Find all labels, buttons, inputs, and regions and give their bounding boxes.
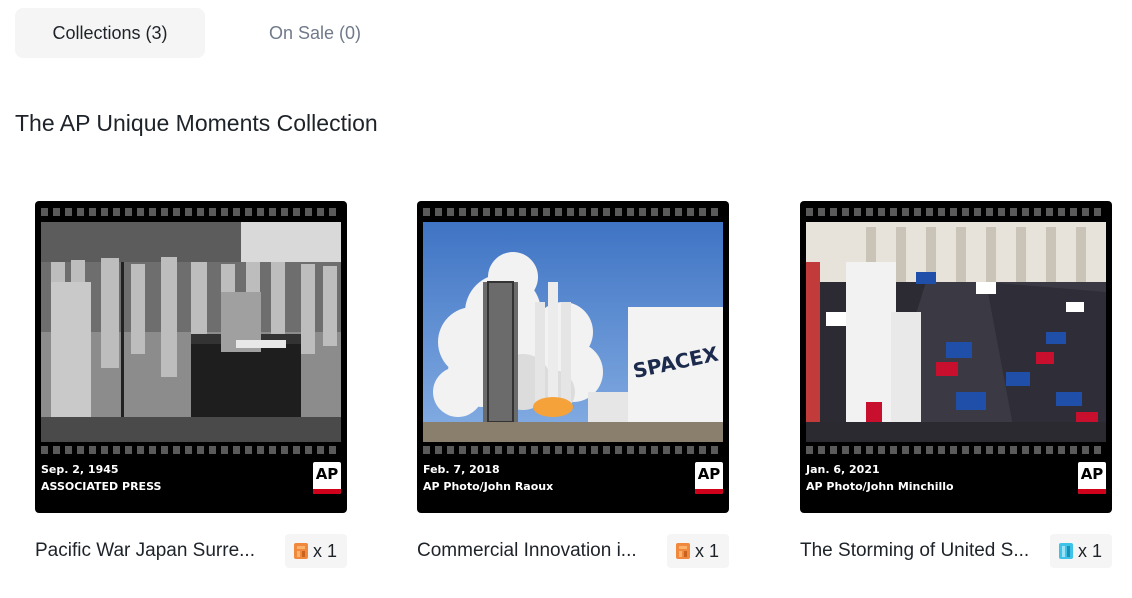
film-perforation xyxy=(806,446,1106,454)
quantity-badge: x 1 xyxy=(666,534,729,568)
tab-on-sale[interactable]: On Sale (0) xyxy=(205,8,425,58)
film-perforation xyxy=(806,208,1106,216)
film-frame[interactable]: Sep. 2, 1945 ASSOCIATED PRESS AP xyxy=(35,201,347,513)
caption-credit: AP Photo/John Raoux xyxy=(423,480,554,493)
photo-caption: Jan. 6, 2021 AP Photo/John Minchillo xyxy=(806,461,954,495)
card-name[interactable]: Pacific War Japan Surre... xyxy=(35,540,255,562)
film-frame[interactable]: SPACEX Feb. 7, 2018 AP Photo/John Raoux … xyxy=(417,201,729,513)
caption-date: Feb. 7, 2018 xyxy=(423,463,500,476)
caption-date: Sep. 2, 1945 xyxy=(41,463,119,476)
ap-logo: AP xyxy=(1078,462,1106,494)
card-photo[interactable]: SPACEX xyxy=(423,222,723,442)
ap-logo: AP xyxy=(695,462,723,494)
card-name[interactable]: The Storming of United S... xyxy=(800,540,1029,562)
film-perforation xyxy=(41,446,341,454)
photo-caption: Feb. 7, 2018 AP Photo/John Raoux xyxy=(423,461,553,495)
card-footer: The Storming of United S... x 1 xyxy=(800,534,1112,568)
quantity-badge: x 1 xyxy=(1049,534,1112,568)
nft-card[interactable]: SPACEX Feb. 7, 2018 AP Photo/John Raoux … xyxy=(417,201,729,568)
tab-bar: Collections (3) On Sale (0) xyxy=(15,8,425,58)
quantity-text: x 1 xyxy=(312,540,337,561)
quantity-text: x 1 xyxy=(694,540,719,561)
film-perforation xyxy=(41,208,341,216)
photo-caption: Sep. 2, 1945 ASSOCIATED PRESS xyxy=(41,461,161,495)
film-frame[interactable]: Jan. 6, 2021 AP Photo/John Minchillo AP xyxy=(800,201,1112,513)
quantity-text: x 1 xyxy=(1077,540,1102,561)
card-footer: Pacific War Japan Surre... x 1 xyxy=(35,534,347,568)
nft-card[interactable]: Jan. 6, 2021 AP Photo/John Minchillo AP … xyxy=(800,201,1112,568)
tab-collections[interactable]: Collections (3) xyxy=(15,8,205,58)
orange-rarity-icon xyxy=(675,542,691,560)
caption-date: Jan. 6, 2021 xyxy=(806,463,880,476)
blue-rarity-icon xyxy=(1058,542,1074,560)
nft-card[interactable]: Sep. 2, 1945 ASSOCIATED PRESS AP Pacific… xyxy=(35,201,347,568)
film-perforation xyxy=(423,208,723,216)
film-perforation xyxy=(423,446,723,454)
orange-rarity-icon xyxy=(293,542,309,560)
card-photo[interactable] xyxy=(41,222,341,442)
ap-logo: AP xyxy=(313,462,341,494)
card-name[interactable]: Commercial Innovation i... xyxy=(417,540,637,562)
card-footer: Commercial Innovation i... x 1 xyxy=(417,534,729,568)
caption-credit: AP Photo/John Minchillo xyxy=(806,480,954,493)
caption-credit: ASSOCIATED PRESS xyxy=(41,480,162,493)
section-title: The AP Unique Moments Collection xyxy=(15,110,378,136)
quantity-badge: x 1 xyxy=(284,534,347,568)
card-photo[interactable] xyxy=(806,222,1106,442)
